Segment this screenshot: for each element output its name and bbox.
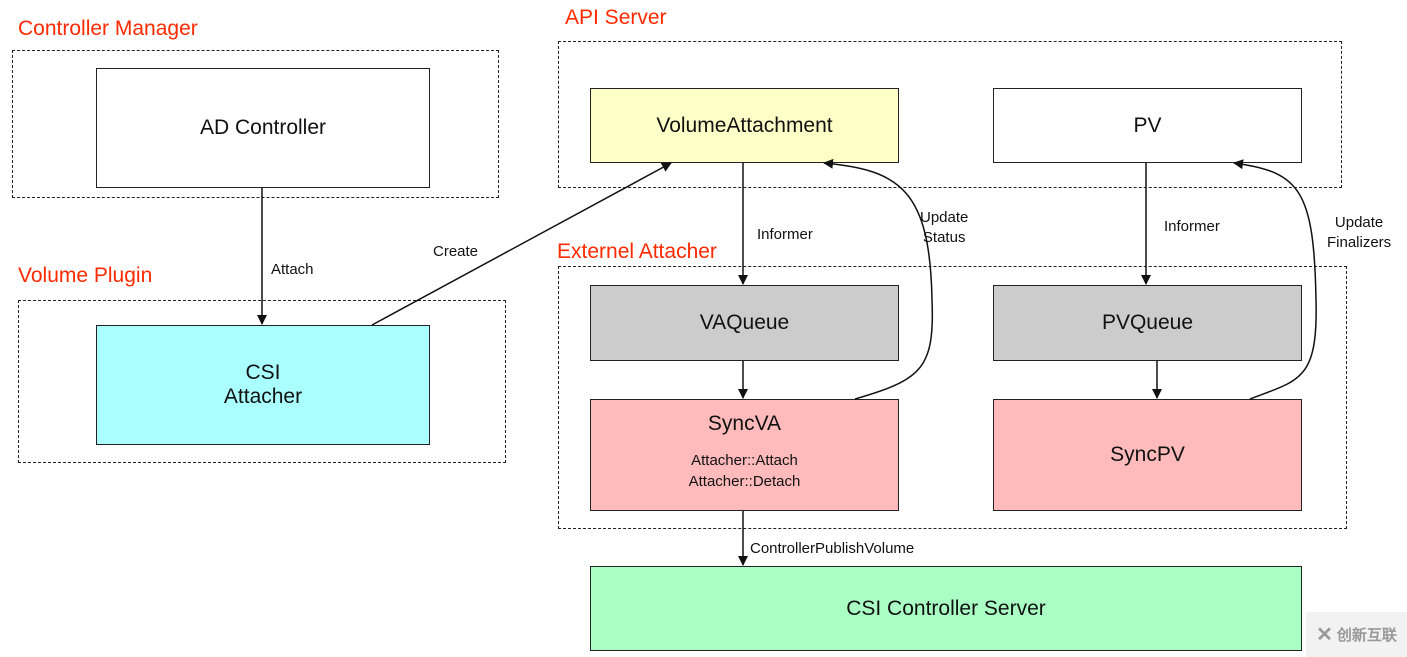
watermark-logo: ✕ 创新互联	[1306, 612, 1407, 657]
update-status-edge	[823, 158, 934, 400]
edges	[257, 158, 1317, 566]
update-status-line2: Status	[922, 229, 966, 246]
create-edge	[371, 162, 672, 326]
update-finalizers-line1: Update	[1334, 214, 1384, 231]
logo-icon: ✕	[1316, 624, 1333, 646]
controller-publish-label: ControllerPublishVolume	[750, 540, 915, 557]
attach-label: Attach	[271, 261, 314, 278]
update-finalizers-label: Update Finalizers	[1327, 213, 1391, 253]
update-status-label: Update Status	[920, 208, 968, 248]
update-finalizers-line2: Finalizers	[1327, 234, 1392, 251]
update-status-line1: Update	[920, 209, 969, 226]
create-label: Create	[433, 243, 479, 260]
informer-pv-label: Informer	[1164, 218, 1220, 235]
informer-va-label: Informer	[757, 226, 813, 243]
update-finalizers-edge	[1233, 159, 1317, 400]
